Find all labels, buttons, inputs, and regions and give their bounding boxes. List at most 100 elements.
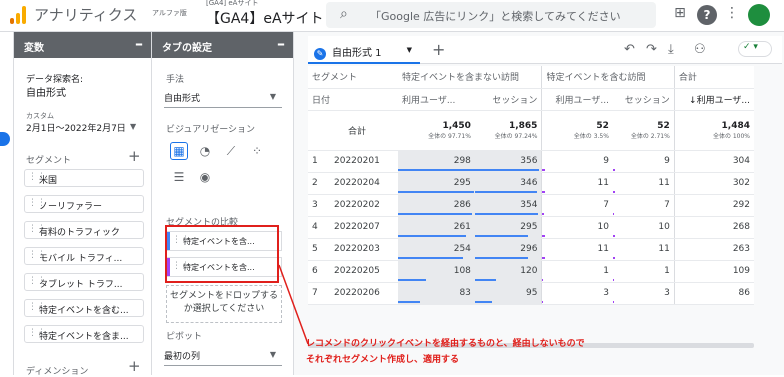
metric-value: 3 [603,288,609,298]
metric-value: 3 [664,288,670,298]
date-header[interactable]: 日付 [308,88,398,111]
metric-cell: 354 [474,194,543,217]
apps-grid-icon[interactable]: ⊞ [670,5,690,25]
metric-value: 298 [453,156,471,166]
undo-icon[interactable]: ↶ [624,42,635,57]
drag-handle-icon[interactable]: ⋮⋮ [28,250,46,260]
segment-chip[interactable]: ⋮⋮ モバイル トラフィ... [24,247,144,265]
metric-value: 296 [520,244,538,254]
redo-icon[interactable]: ↷ [646,42,657,57]
metric-bar [542,234,545,237]
drag-handle-icon[interactable]: ⋮⋮ [28,198,46,208]
metric-header[interactable]: 利用ユーザ... [398,88,475,111]
metric-header[interactable]: 利用ユーザ... [541,88,613,111]
explore-nav-icon[interactable] [0,132,10,146]
property-name[interactable]: 【GA4】eAサイト [206,8,324,28]
group-header[interactable]: 合計 [674,66,754,89]
more-vert-icon[interactable]: ⋮ [722,5,742,25]
geo-map-icon[interactable]: ◉ [196,168,214,186]
add-tab-icon[interactable]: + [432,40,445,59]
avatar[interactable] [748,4,770,26]
metric-cell: 11 [612,172,675,195]
drag-handle-icon[interactable]: ⋮⋮ [28,302,46,312]
segment-chip-label: ノーリファラー [39,202,103,212]
total-pct: 全体の 100% [712,132,750,140]
drag-handle-icon[interactable]: ⋮⋮ [28,224,46,234]
table-row[interactable]: 7 20220206 83 95 3 3 86 [308,282,754,305]
chevron-down-icon[interactable]: ▼ [407,46,412,54]
technique-select[interactable]: 自由形式 ▼ [164,84,282,108]
row-date: 20220205 [334,266,380,276]
group-header[interactable]: 特定イベントを含む訪問 [541,66,675,89]
drag-handle-icon[interactable]: ⋮⋮ [28,328,46,338]
row-date: 20220201 [334,156,380,166]
metric-bar [612,256,616,259]
pivot-label: ピボット [166,332,203,342]
metric-bar [398,212,472,215]
segment-chip[interactable]: ⋮⋮ タブレット トラフ... [24,273,144,291]
date-range[interactable]: 2月1日〜2022年2月7日 [26,121,126,134]
table-row[interactable]: 3 20220202 286 354 7 7 292 [308,194,754,217]
segment-chip[interactable]: ⋮⋮ 米国 [24,169,144,187]
segment-chip[interactable]: ⋮⋮ 特定イベントを含ま... [24,325,144,343]
bar-chart-icon[interactable]: ☰ [170,168,188,186]
table-row[interactable]: 4 20220207 261 295 10 10 268 [308,216,754,239]
row-date: 20220203 [334,244,380,254]
scatter-chart-icon[interactable]: ⁘ [248,142,266,160]
add-segment-icon[interactable]: + [128,147,141,165]
collapse-icon[interactable]: – [135,34,143,53]
table-row[interactable]: 2 20220204 295 346 11 11 302 [308,172,754,195]
exploration-name[interactable]: 自由形式 [26,84,66,99]
segment-chip[interactable]: ⋮⋮ 特定イベントを含む... [24,299,144,317]
metric-cell: 10 [612,216,675,239]
metric-cell: 304 [674,150,754,173]
metric-value: 120 [520,266,538,276]
download-icon[interactable]: ⤓ [668,42,674,57]
metric-value: 10 [597,222,609,232]
metric-bar [612,278,614,281]
pivot-select[interactable]: 最初の列 ▼ [164,342,282,366]
metric-header-sorted[interactable]: ↓利用ユーザ... [674,88,754,111]
collapse-icon[interactable]: – [277,34,285,53]
property-breadcrumb[interactable]: [GA4] eAサイト [206,0,258,8]
metric-value: 83 [459,288,471,298]
metric-header[interactable]: セッション [474,88,543,111]
help-icon[interactable]: ? [697,5,717,25]
drag-handle-icon[interactable]: ⋮⋮ [28,276,46,286]
metric-value: 11 [658,178,670,188]
tab-freeform-1[interactable]: ✎ 自由形式 1 ▼ [308,36,420,64]
total-pct: 全体の 2.71% [630,132,670,140]
date-dropdown-icon[interactable]: ▼ [130,122,136,131]
status-check-button[interactable]: ✓ ▾ [738,41,772,57]
row-date-cell: 3 20220202 [308,194,398,217]
segment-chip[interactable]: ⋮⋮ 有料のトラフィック [24,221,144,239]
metric-cell: 11 [541,238,613,261]
row-date: 20220207 [334,222,380,232]
table-row[interactable]: 1 20220201 298 356 9 9 304 [308,150,754,173]
add-dimension-icon[interactable]: + [128,357,141,375]
segment-drop-zone[interactable]: セグメントをドロップするか選択してください [166,285,282,323]
table-row[interactable]: 5 20220203 254 296 11 11 263 [308,238,754,261]
metric-cell: 292 [674,194,754,217]
metric-bar [474,278,497,281]
search-placeholder: 「Google 広告にリンク」と検索してみてください [370,10,621,23]
share-user-icon[interactable]: ⚇ [694,42,706,57]
table-viz-icon[interactable]: ▦ [170,142,188,160]
metric-cell: 1 [612,260,675,283]
metric-header[interactable]: セッション [612,88,675,111]
segment-chip[interactable]: ⋮⋮ ノーリファラー [24,195,144,213]
table-row[interactable]: 6 20220205 108 120 1 1 109 [308,260,754,283]
metric-bar [398,190,475,193]
tab-settings-panel: タブの設定 – 手法 自由形式 ▼ ビジュアリゼーション ▦ ◔ ⟋ ⁘ ☰ ◉ セ… [152,32,294,375]
search-bar[interactable]: ⌕ 「Google 広告にリンク」と検索してみてください [326,2,656,28]
metric-cell: 108 [398,260,475,283]
group-header[interactable]: 特定イベントを含まない訪問 [398,66,543,89]
metric-bar [398,256,464,259]
drag-handle-icon[interactable]: ⋮⋮ [28,172,46,182]
line-chart-icon[interactable]: ⟋ [222,142,240,160]
donut-chart-icon[interactable]: ◔ [196,142,214,160]
highlight-box [165,225,279,283]
metric-bar [542,300,544,303]
segment-chip-label: 特定イベントを含ま... [39,332,129,342]
analytics-logo[interactable] [10,6,26,24]
